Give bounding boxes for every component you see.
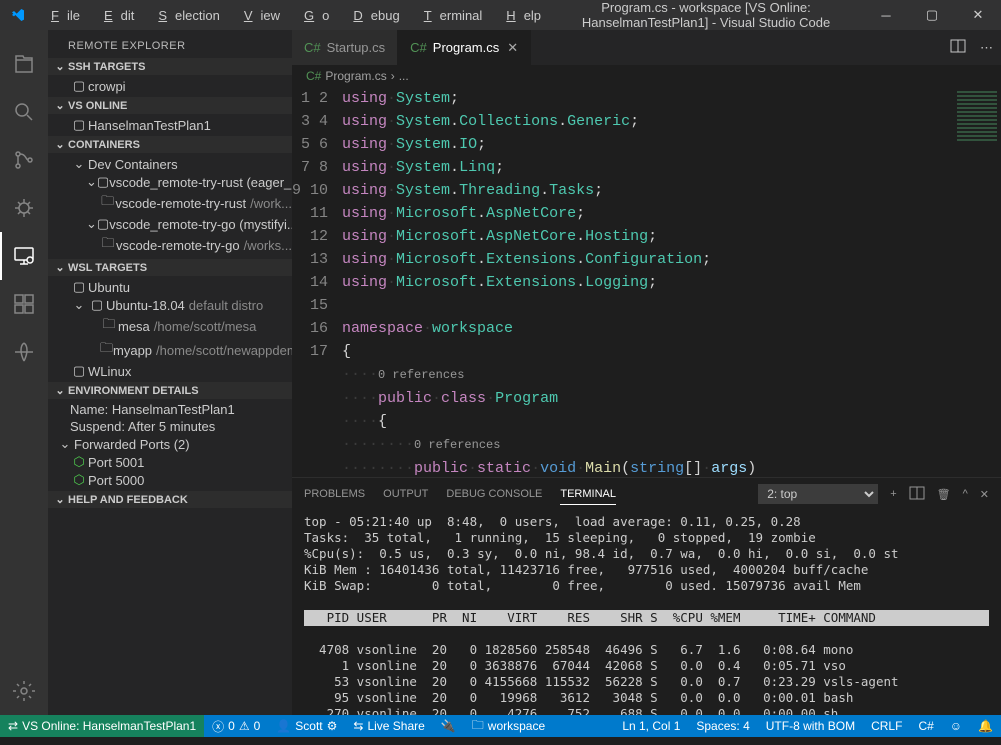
status-encoding[interactable]: UTF-8 with BOM bbox=[758, 719, 863, 733]
source-control-icon[interactable] bbox=[0, 136, 48, 184]
search-icon[interactable] bbox=[0, 88, 48, 136]
menu-file[interactable]: File bbox=[35, 8, 88, 23]
section-environment-details[interactable]: ⌄ENVIRONMENT DETAILS bbox=[48, 382, 292, 399]
section-help-feedback[interactable]: ⌄HELP AND FEEDBACK bbox=[48, 491, 292, 508]
section-ssh-targets[interactable]: ⌄SSH TARGETS bbox=[48, 58, 292, 75]
menu-go[interactable]: Go bbox=[288, 8, 337, 23]
wsl-distro[interactable]: ▢Ubuntu bbox=[48, 278, 292, 296]
split-editor-icon[interactable] bbox=[950, 38, 966, 57]
container-item[interactable]: ⌄▢vscode_remote-try-rust (eager_... bbox=[48, 173, 292, 191]
extensions-icon[interactable] bbox=[0, 280, 48, 328]
window-title: Program.cs - workspace [VS Online: Hanse… bbox=[549, 0, 863, 30]
vsonline-env[interactable]: ▢HanselmanTestPlan1 bbox=[48, 116, 292, 134]
editor-tabs: C#Startup.cs C#Program.cs✕ ⋯ bbox=[292, 30, 1001, 65]
liveshare-icon[interactable] bbox=[0, 328, 48, 376]
panel-tabs: PROBLEMS OUTPUT DEBUG CONSOLE TERMINAL 2… bbox=[292, 478, 1001, 510]
maximize-button[interactable]: ▢ bbox=[909, 0, 955, 30]
section-vs-online[interactable]: ⌄VS ONLINE bbox=[48, 97, 292, 114]
menu-terminal[interactable]: Terminal bbox=[408, 8, 491, 23]
status-spaces[interactable]: Spaces: 4 bbox=[688, 719, 757, 733]
code-editor[interactable]: 1 2 3 4 5 6 7 8 9 10 11 12 13 14 15 16 1… bbox=[292, 87, 1001, 477]
wsl-distro[interactable]: ▢WLinux bbox=[48, 362, 292, 380]
ssh-target[interactable]: ▢crowpi bbox=[48, 77, 292, 95]
new-terminal-icon[interactable]: + bbox=[890, 488, 896, 500]
title-bar: FileEditSelectionViewGoDebugTerminalHelp… bbox=[0, 0, 1001, 30]
port-item[interactable]: ⬡Port 5001 bbox=[48, 453, 292, 471]
kill-terminal-icon[interactable]: 🗑 bbox=[937, 488, 951, 501]
minimap[interactable] bbox=[951, 87, 1001, 477]
vscode-logo bbox=[0, 7, 35, 23]
wsl-distro[interactable]: ⌄▢Ubuntu-18.04default distro bbox=[48, 296, 292, 314]
close-button[interactable]: ✕ bbox=[955, 0, 1001, 30]
close-icon[interactable]: ✕ bbox=[507, 40, 518, 56]
close-panel-icon[interactable]: ✕ bbox=[980, 488, 989, 501]
sidebar: REMOTE EXPLORER ⌄SSH TARGETS ▢crowpi ⌄VS… bbox=[48, 30, 292, 715]
status-feedback-icon[interactable]: ☺ bbox=[942, 719, 970, 733]
container-item[interactable]: ⌄▢vscode_remote-try-go (mystifyi... bbox=[48, 215, 292, 233]
minimize-button[interactable]: ─ bbox=[863, 0, 909, 30]
env-name: Name: HanselmanTestPlan1 bbox=[48, 401, 292, 418]
containers-group[interactable]: ⌄Dev Containers bbox=[48, 155, 292, 173]
settings-icon[interactable] bbox=[0, 667, 48, 715]
breadcrumb[interactable]: C#Program.cs›... bbox=[292, 65, 1001, 87]
remote-indicator[interactable]: ⇄VS Online: HanselmanTestPlan1 bbox=[0, 715, 204, 737]
status-bar: ⇄VS Online: HanselmanTestPlan1 ⓧ0⚠0 👤Sco… bbox=[0, 715, 1001, 737]
status-bell-icon[interactable]: 🔔 bbox=[970, 719, 1001, 733]
panel-tab-debug-console[interactable]: DEBUG CONSOLE bbox=[446, 484, 542, 504]
menu-view[interactable]: View bbox=[228, 8, 288, 23]
terminal-picker[interactable]: 2: top bbox=[758, 484, 878, 504]
menu-debug[interactable]: Debug bbox=[337, 8, 407, 23]
status-language[interactable]: C# bbox=[910, 719, 941, 733]
status-port[interactable]: 🔌 bbox=[433, 715, 464, 737]
container-folder[interactable]: 🗀vscode-remote-try-rust/work... bbox=[48, 191, 292, 215]
debug-icon[interactable] bbox=[0, 184, 48, 232]
tab-startup[interactable]: C#Startup.cs bbox=[292, 30, 398, 65]
status-workspace[interactable]: 🗀workspace bbox=[464, 715, 553, 737]
status-position[interactable]: Ln 1, Col 1 bbox=[614, 719, 688, 733]
status-liveshare[interactable]: ⇆Live Share bbox=[345, 715, 432, 737]
code-content[interactable]: using·System; using·System.Collections.G… bbox=[342, 87, 951, 477]
menu-bar: FileEditSelectionViewGoDebugTerminalHelp bbox=[35, 8, 549, 23]
menu-help[interactable]: Help bbox=[490, 8, 549, 23]
tab-program[interactable]: C#Program.cs✕ bbox=[398, 30, 531, 65]
remote-explorer-icon[interactable] bbox=[0, 232, 48, 280]
line-gutter: 1 2 3 4 5 6 7 8 9 10 11 12 13 14 15 16 1… bbox=[292, 87, 342, 477]
panel-tab-output[interactable]: OUTPUT bbox=[383, 484, 428, 504]
port-item[interactable]: ⬡Port 5000 bbox=[48, 471, 292, 489]
status-user[interactable]: 👤Scott⚙ bbox=[268, 715, 345, 737]
wsl-folder[interactable]: 🗀mesa/home/scott/mesa bbox=[48, 314, 292, 338]
panel: PROBLEMS OUTPUT DEBUG CONSOLE TERMINAL 2… bbox=[292, 477, 1001, 715]
wsl-folder[interactable]: 🗀myapp/home/scott/newappdem... bbox=[48, 338, 292, 362]
forwarded-ports[interactable]: ⌄Forwarded Ports (2) bbox=[48, 435, 292, 453]
panel-tab-problems[interactable]: PROBLEMS bbox=[304, 484, 365, 504]
activity-bar bbox=[0, 30, 48, 715]
sidebar-title: REMOTE EXPLORER bbox=[48, 30, 292, 58]
menu-edit[interactable]: Edit bbox=[88, 8, 142, 23]
panel-tab-terminal[interactable]: TERMINAL bbox=[560, 484, 616, 505]
terminal-content[interactable]: top - 05:21:40 up 8:48, 0 users, load av… bbox=[292, 510, 1001, 715]
env-suspend: Suspend: After 5 minutes bbox=[48, 418, 292, 435]
explorer-icon[interactable] bbox=[0, 40, 48, 88]
more-icon[interactable]: ⋯ bbox=[980, 40, 993, 56]
menu-selection[interactable]: Selection bbox=[142, 8, 227, 23]
split-terminal-icon[interactable] bbox=[909, 485, 925, 504]
status-errors[interactable]: ⓧ0⚠0 bbox=[204, 715, 268, 737]
section-containers[interactable]: ⌄CONTAINERS bbox=[48, 136, 292, 153]
editor-area: C#Startup.cs C#Program.cs✕ ⋯ C#Program.c… bbox=[292, 30, 1001, 715]
maximize-panel-icon[interactable]: ^ bbox=[963, 488, 968, 500]
container-folder[interactable]: 🗀vscode-remote-try-go/works... bbox=[48, 233, 292, 257]
window-controls: ─ ▢ ✕ bbox=[863, 0, 1001, 30]
section-wsl-targets[interactable]: ⌄WSL TARGETS bbox=[48, 259, 292, 276]
status-eol[interactable]: CRLF bbox=[863, 719, 910, 733]
